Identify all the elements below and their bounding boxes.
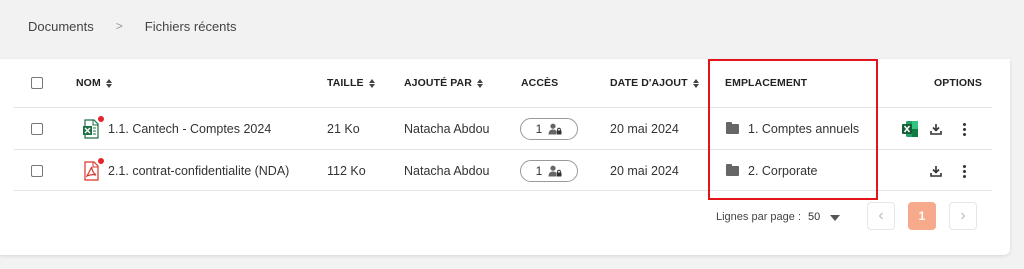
next-page-button[interactable]: › [949,202,977,230]
access-count-button[interactable]: 1 [520,118,578,140]
breadcrumb: Documents > Fichiers récents [28,18,237,34]
more-options-button[interactable] [961,108,967,150]
download-button[interactable] [930,108,942,150]
column-header-acces-label: ACCÈS [521,77,559,89]
location-cell[interactable]: 2. Corporate [726,150,817,192]
access-count: 1 [535,164,543,178]
caret-down-icon[interactable] [830,215,840,221]
file-name-cell[interactable]: 2.1. contrat-confidentialite (NDA) [82,150,289,192]
more-vertical-icon [961,164,967,178]
column-header-options-label: OPTIONS [934,77,982,89]
recent-files-table-card: NOM TAILLE AJOUTÉ PAR ACCÈS DATE D'AJOUT… [0,59,1010,255]
access-cell: 1 [520,108,578,150]
column-header-date-ajout[interactable]: DATE D'AJOUT [610,59,699,107]
folder-icon [726,122,739,134]
access-cell: 1 [520,150,578,192]
table-row[interactable]: 2.1. contrat-confidentialite (NDA) 112 K… [14,149,992,191]
column-header-ajoute-par-label: AJOUTÉ PAR [404,77,472,89]
pdf-icon [82,157,105,181]
excel-icon [82,115,105,139]
user-lock-icon [548,123,562,135]
file-name[interactable]: 2.1. contrat-confidentialite (NDA) [108,164,289,178]
location-label[interactable]: 2. Corporate [748,164,817,178]
column-header-taille-label: TAILLE [327,77,364,89]
sort-icon [692,78,699,88]
rows-per-page-label: Lignes par page : [716,211,802,223]
download-icon [930,166,942,177]
select-all-checkbox-cell [31,59,43,107]
breadcrumb-recent-files: Fichiers récents [144,18,237,34]
sort-icon [368,78,375,88]
user-lock-icon [548,165,562,177]
access-count-button[interactable]: 1 [520,160,578,182]
column-header-options: OPTIONS [934,59,982,107]
breadcrumb-separator: > [115,19,123,33]
column-header-ajoute-par[interactable]: AJOUTÉ PAR [404,59,483,107]
file-size: 21 Ko [327,122,360,136]
select-all-checkbox[interactable] [31,77,43,89]
breadcrumb-documents[interactable]: Documents [28,19,94,34]
row-checkbox[interactable] [31,165,43,177]
added-by: Natacha Abdou [404,164,490,178]
date-added: 20 mai 2024 [610,164,679,178]
folder-icon [726,164,739,176]
notification-dot-icon [97,115,105,123]
row-checkbox[interactable] [31,123,43,135]
previous-page-button[interactable]: ‹ [867,202,895,230]
row-checkbox-cell [31,150,43,192]
location-label[interactable]: 1. Comptes annuels [748,122,859,136]
download-button[interactable] [930,150,942,192]
more-options-button[interactable] [961,150,967,192]
column-header-nom[interactable]: NOM [76,59,112,107]
file-name[interactable]: 1.1. Cantech - Comptes 2024 [108,122,271,136]
sort-icon [105,78,112,88]
page-button-current[interactable]: 1 [908,202,936,230]
column-header-emplacement: EMPLACEMENT [725,59,807,107]
file-name-cell[interactable]: 1.1. Cantech - Comptes 2024 [82,108,271,150]
chevron-left-icon: ‹ [878,207,884,224]
column-header-date-ajout-label: DATE D'AJOUT [610,77,688,89]
column-header-nom-label: NOM [76,77,101,89]
download-icon [930,124,942,135]
added-by: Natacha Abdou [404,122,490,136]
chevron-right-icon: › [960,207,966,224]
sort-icon [476,78,483,88]
open-in-excel-button[interactable] [901,108,919,150]
date-added: 20 mai 2024 [610,122,679,136]
notification-dot-icon [97,157,105,165]
file-size: 112 Ko [327,164,366,178]
excel-app-icon [902,121,918,137]
column-header-acces: ACCÈS [521,59,558,107]
column-header-taille[interactable]: TAILLE [327,59,375,107]
table-row[interactable]: 1.1. Cantech - Comptes 2024 21 Ko Natach… [14,107,992,149]
more-vertical-icon [961,122,967,136]
rows-per-page-select[interactable]: 50 [808,210,820,224]
access-count: 1 [535,122,543,136]
row-checkbox-cell [31,108,43,150]
location-cell[interactable]: 1. Comptes annuels [726,108,859,150]
column-header-emplacement-label: EMPLACEMENT [725,77,808,89]
